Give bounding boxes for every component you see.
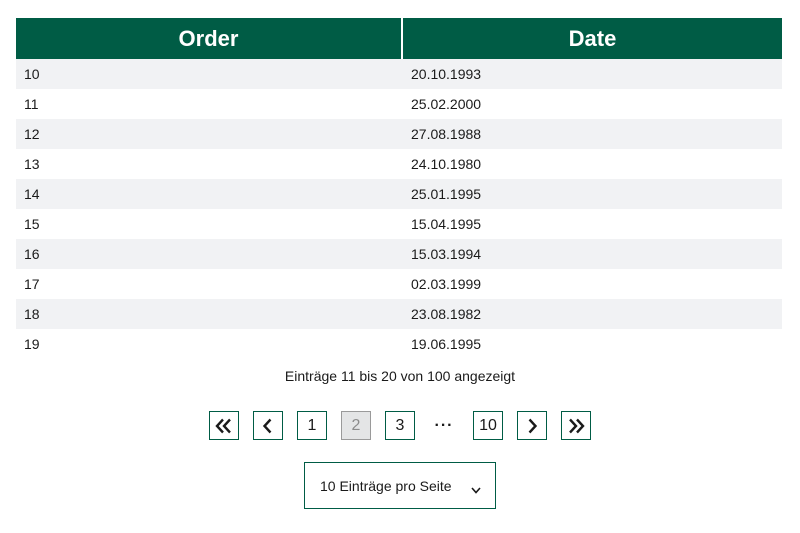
data-table: Order Date 10 20.10.1993 11 25.02.2000 1… [16, 18, 782, 359]
table-row: 14 25.01.1995 [16, 179, 782, 209]
cell-date: 24.10.1980 [403, 149, 782, 179]
column-header-order[interactable]: Order [16, 18, 403, 59]
cell-order: 12 [16, 119, 403, 149]
table-row: 16 15.03.1994 [16, 239, 782, 269]
data-table-container: Order Date 10 20.10.1993 11 25.02.2000 1… [16, 18, 782, 359]
page-1-button[interactable]: 1 [297, 411, 327, 440]
cell-date: 19.06.1995 [403, 329, 782, 359]
cell-date: 15.03.1994 [403, 239, 782, 269]
table-row: 17 02.03.1999 [16, 269, 782, 299]
cell-date: 20.10.1993 [403, 59, 782, 89]
table-header-row: Order Date [16, 18, 782, 59]
column-header-date[interactable]: Date [403, 18, 782, 59]
cell-date: 02.03.1999 [403, 269, 782, 299]
table-row: 15 15.04.1995 [16, 209, 782, 239]
cell-date: 25.01.1995 [403, 179, 782, 209]
page-10-button[interactable]: 10 [473, 411, 503, 440]
entries-per-page-label: 10 Einträge pro Seite [320, 477, 452, 494]
page-3-button[interactable]: 3 [385, 411, 415, 440]
chevron-left-icon [262, 418, 274, 434]
table-row: 11 25.02.2000 [16, 89, 782, 119]
cell-order: 13 [16, 149, 403, 179]
entries-info-text: Einträge 11 bis 20 von 100 angezeigt [284, 368, 516, 384]
double-chevron-right-icon [567, 418, 585, 434]
cell-order: 16 [16, 239, 403, 269]
table-row: 18 23.08.1982 [16, 299, 782, 329]
double-chevron-left-icon [215, 418, 233, 434]
previous-page-button[interactable] [253, 411, 283, 440]
cell-date: 25.02.2000 [403, 89, 782, 119]
table-row: 12 27.08.1988 [16, 119, 782, 149]
cell-order: 19 [16, 329, 403, 359]
chevron-down-icon [471, 481, 481, 497]
cell-order: 17 [16, 269, 403, 299]
cell-order: 14 [16, 179, 403, 209]
pagination: 1 2 3 ··· 10 [0, 411, 800, 440]
next-page-button[interactable] [517, 411, 547, 440]
cell-order: 10 [16, 59, 403, 89]
cell-order: 18 [16, 299, 403, 329]
cell-order: 15 [16, 209, 403, 239]
cell-date: 23.08.1982 [403, 299, 782, 329]
table-row: 19 19.06.1995 [16, 329, 782, 359]
first-page-button[interactable] [209, 411, 239, 440]
chevron-right-icon [526, 418, 538, 434]
pagination-ellipsis: ··· [434, 416, 454, 434]
cell-date: 15.04.1995 [403, 209, 782, 239]
cell-date: 27.08.1988 [403, 119, 782, 149]
entries-per-page-select[interactable]: 10 Einträge pro Seite [304, 462, 496, 509]
table-row: 13 24.10.1980 [16, 149, 782, 179]
last-page-button[interactable] [561, 411, 591, 440]
table-row: 10 20.10.1993 [16, 59, 782, 89]
page-2-button-current[interactable]: 2 [341, 411, 371, 440]
cell-order: 11 [16, 89, 403, 119]
